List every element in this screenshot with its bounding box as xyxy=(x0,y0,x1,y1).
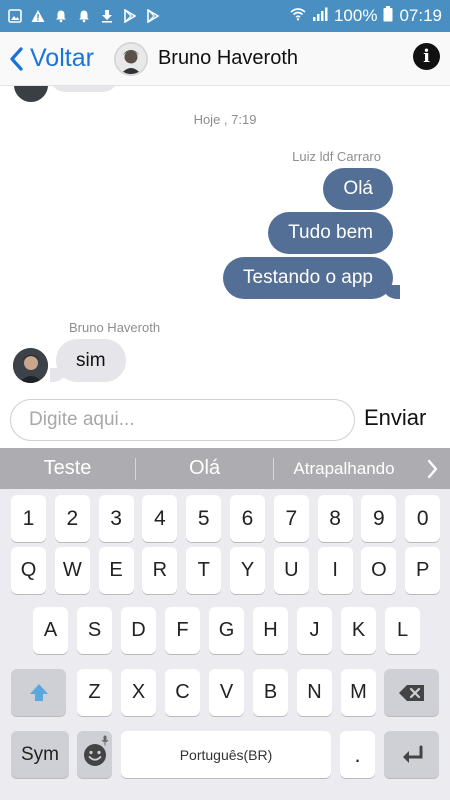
enter-icon xyxy=(402,745,422,763)
key-j[interactable]: J xyxy=(297,607,332,654)
key-w[interactable]: W xyxy=(54,547,90,594)
key-k[interactable]: K xyxy=(341,607,376,654)
key-s[interactable]: S xyxy=(77,607,112,654)
chevron-left-icon xyxy=(10,46,23,71)
chevron-right-icon[interactable] xyxy=(414,448,450,489)
battery-level: 100% xyxy=(333,6,378,25)
key-n[interactable]: N xyxy=(297,669,332,716)
key-3[interactable]: 3 xyxy=(98,495,134,542)
key-9[interactable]: 9 xyxy=(361,495,397,542)
key-a[interactable]: A xyxy=(33,607,68,654)
sym-key[interactable]: Sym xyxy=(11,731,69,778)
key-o[interactable]: O xyxy=(361,547,397,594)
bell-icon xyxy=(54,9,68,23)
soft-keyboard: 1234567890 QWERTYUIOP ASDFGHJKL ZXCVBNM Sym… xyxy=(0,489,450,800)
key-y[interactable]: Y xyxy=(230,547,265,594)
key-p[interactable]: P xyxy=(405,547,441,594)
period-key[interactable]: . xyxy=(340,731,375,778)
key-8[interactable]: 8 xyxy=(317,495,353,542)
clock: 07:19 xyxy=(399,6,442,25)
mic-icon xyxy=(101,735,109,746)
key-m[interactable]: M xyxy=(341,669,376,716)
key-f[interactable]: F xyxy=(165,607,200,654)
warning-icon xyxy=(31,9,45,23)
send-button[interactable]: Enviar xyxy=(364,405,426,431)
space-key[interactable]: Português(BR) xyxy=(121,731,331,778)
key-4[interactable]: 4 xyxy=(142,495,178,542)
key-e[interactable]: E xyxy=(98,547,134,594)
info-icon[interactable]: i xyxy=(413,43,440,70)
key-x[interactable]: X xyxy=(121,669,156,716)
image-icon xyxy=(8,9,22,23)
key-r[interactable]: R xyxy=(142,547,178,594)
message-bubble-outgoing: Tudo bem xyxy=(268,212,393,254)
chat-screen: 100% 07:19 Voltar Bruno Haveroth i Hoje … xyxy=(0,0,450,800)
avatar xyxy=(13,348,48,383)
message-bubble-outgoing: Olá xyxy=(323,168,393,210)
key-g[interactable]: G xyxy=(209,607,244,654)
suggestion-item[interactable]: Teste xyxy=(0,448,135,489)
play-store-icon xyxy=(146,9,160,23)
play-store-icon xyxy=(123,9,137,23)
avatar xyxy=(113,41,148,76)
key-v[interactable]: V xyxy=(209,669,244,716)
enter-key[interactable] xyxy=(384,731,439,778)
key-z[interactable]: Z xyxy=(77,669,112,716)
suggestion-item[interactable]: Olá xyxy=(136,448,273,489)
key-6[interactable]: 6 xyxy=(230,495,265,542)
date-separator: Hoje , 7:19 xyxy=(193,112,257,127)
key-0[interactable]: 0 xyxy=(405,495,441,542)
back-label: Voltar xyxy=(30,44,94,72)
emoji-icon xyxy=(83,743,106,766)
battery-icon xyxy=(383,5,393,27)
message-list[interactable]: Hoje , 7:19 Luiz ldf Carraro Olá Tudo be… xyxy=(0,86,450,392)
key-b[interactable]: B xyxy=(253,669,288,716)
key-1[interactable]: 1 xyxy=(11,495,46,542)
key-l[interactable]: L xyxy=(385,607,420,654)
message-bubble-incoming: sim xyxy=(50,339,126,382)
key-t[interactable]: T xyxy=(186,547,222,594)
signal-icon xyxy=(312,6,328,26)
shift-arrow-icon xyxy=(29,683,48,701)
message-composer: Enviar xyxy=(0,392,450,448)
key-q[interactable]: Q xyxy=(11,547,46,594)
key-5[interactable]: 5 xyxy=(186,495,222,542)
key-c[interactable]: C xyxy=(165,669,200,716)
shift-key[interactable] xyxy=(11,669,66,716)
backspace-icon xyxy=(398,684,424,701)
backspace-key[interactable] xyxy=(384,669,439,716)
notification-icons xyxy=(8,9,160,23)
message-bubble-incoming xyxy=(50,86,118,92)
status-bar: 100% 07:19 xyxy=(0,0,450,32)
key-i[interactable]: I xyxy=(317,547,353,594)
contact-name: Bruno Haveroth xyxy=(157,47,299,69)
download-icon xyxy=(100,9,114,23)
emoji-key[interactable] xyxy=(77,731,112,778)
back-button[interactable]: Voltar xyxy=(0,32,94,85)
key-h[interactable]: H xyxy=(253,607,288,654)
key-u[interactable]: U xyxy=(273,547,309,594)
key-d[interactable]: D xyxy=(121,607,156,654)
key-2[interactable]: 2 xyxy=(54,495,90,542)
key-7[interactable]: 7 xyxy=(273,495,309,542)
chat-header: Voltar Bruno Haveroth i xyxy=(0,32,450,86)
message-input[interactable] xyxy=(10,399,355,441)
keyboard-suggestion-bar: Teste Olá Atrapalhando xyxy=(0,448,450,489)
wifi-icon xyxy=(290,6,306,26)
avatar xyxy=(14,86,48,102)
system-indicators: 100% 07:19 xyxy=(290,5,442,27)
contact-info[interactable]: Bruno Haveroth xyxy=(113,32,299,85)
bell-icon xyxy=(77,9,91,23)
message-sender-name: Bruno Haveroth xyxy=(69,320,161,335)
suggestion-item[interactable]: Atrapalhando xyxy=(274,448,414,489)
message-bubble-outgoing: Testando o app xyxy=(223,257,400,299)
message-sender-name: Luiz ldf Carraro xyxy=(292,149,381,164)
